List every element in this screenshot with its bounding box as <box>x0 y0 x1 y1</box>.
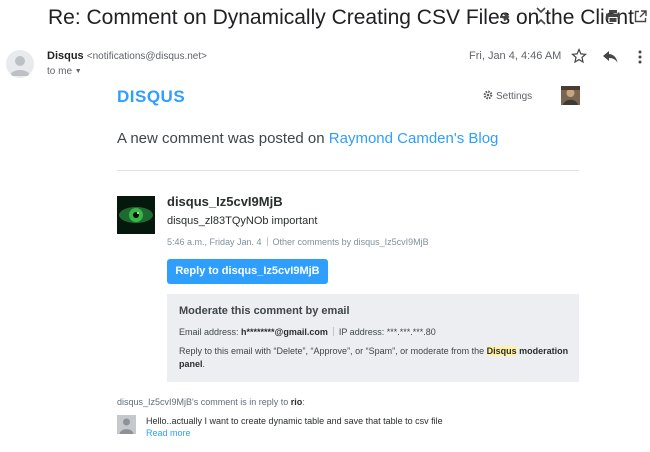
comment-author[interactable]: disqus_Iz5cvI9MjB <box>167 194 283 209</box>
read-more-link[interactable]: Read more <box>146 428 191 438</box>
sender-email: <notifications@disqus.net> <box>86 51 207 62</box>
reply-button[interactable]: Reply to disqus_Iz5cvI9MjB <box>167 259 328 284</box>
email-address-value: h********@gmail.com <box>241 327 328 337</box>
more-vertical-icon[interactable] <box>638 50 642 69</box>
print-icon[interactable] <box>606 10 620 27</box>
reply-icon[interactable] <box>603 50 618 68</box>
intro-prefix: A new comment was posted on <box>117 130 329 147</box>
moderate-instructions: Reply to this email with “Delete”, “Appr… <box>179 345 569 371</box>
comment-meta: 5:46 a.m., Friday Jan. 4 Other comments b… <box>167 237 429 247</box>
moderate-instructions-text: Reply to this email with “Delete”, “Appr… <box>179 346 487 356</box>
in-reply-line: disqus_Iz5cvI9MjB's comment is in reply … <box>117 397 305 407</box>
account-avatar[interactable] <box>561 86 580 105</box>
open-in-new-icon[interactable] <box>634 10 647 27</box>
in-reply-prefix: disqus_Iz5cvI9MjB's comment is in reply … <box>117 397 291 407</box>
parent-comment-avatar[interactable] <box>117 415 136 434</box>
in-reply-suffix: : <box>302 397 305 407</box>
arrow-right-icon[interactable] <box>499 11 511 27</box>
ip-address-value: ***.***.***.80 <box>386 327 436 337</box>
gear-icon <box>483 90 493 103</box>
recipient-line[interactable]: to me ▼ <box>47 66 82 77</box>
settings-link[interactable]: Settings <box>483 90 532 103</box>
settings-label: Settings <box>496 91 533 102</box>
sender-name[interactable]: Disqus <box>47 50 84 62</box>
meta-separator <box>266 237 268 246</box>
moderate-details: Email address: h********@gmail.com IP add… <box>179 327 436 337</box>
moderate-title: Moderate this comment by email <box>179 305 350 317</box>
disqus-logo[interactable]: DISQUS <box>117 87 185 107</box>
in-reply-user[interactable]: rio <box>291 397 303 407</box>
details-separator <box>332 327 334 336</box>
expand-collapse-icon[interactable] <box>535 6 547 30</box>
chevron-down-icon[interactable]: ▼ <box>75 68 82 75</box>
moderate-instructions-suffix: . <box>202 359 206 369</box>
sender-avatar <box>6 50 34 78</box>
message-date: Fri, Jan 4, 4:46 AM <box>469 50 562 62</box>
ip-address-label: IP address: <box>338 327 387 337</box>
sender-line: Disqus <notifications@disqus.net> <box>47 50 207 62</box>
parent-comment-text: Hello..actually I want to create dynamic… <box>146 416 443 426</box>
comment-time[interactable]: 5:46 a.m., Friday Jan. 4 <box>167 237 262 247</box>
other-comments-link[interactable]: Other comments by disqus_Iz5cvI9MjB <box>273 237 429 247</box>
blog-link[interactable]: Raymond Camden's Blog <box>329 130 499 147</box>
recipient-label: to me <box>47 66 73 77</box>
moderation-panel-link-disqus[interactable]: Disqus <box>486 346 517 356</box>
intro-text: A new comment was posted on Raymond Camd… <box>117 130 498 147</box>
comment-author-avatar[interactable] <box>117 196 155 234</box>
email-address-label: Email address: <box>179 327 242 337</box>
comment-text: disqus_zl83TQyNOb important <box>167 215 318 227</box>
divider <box>117 170 579 171</box>
star-outline-icon[interactable] <box>571 47 587 69</box>
